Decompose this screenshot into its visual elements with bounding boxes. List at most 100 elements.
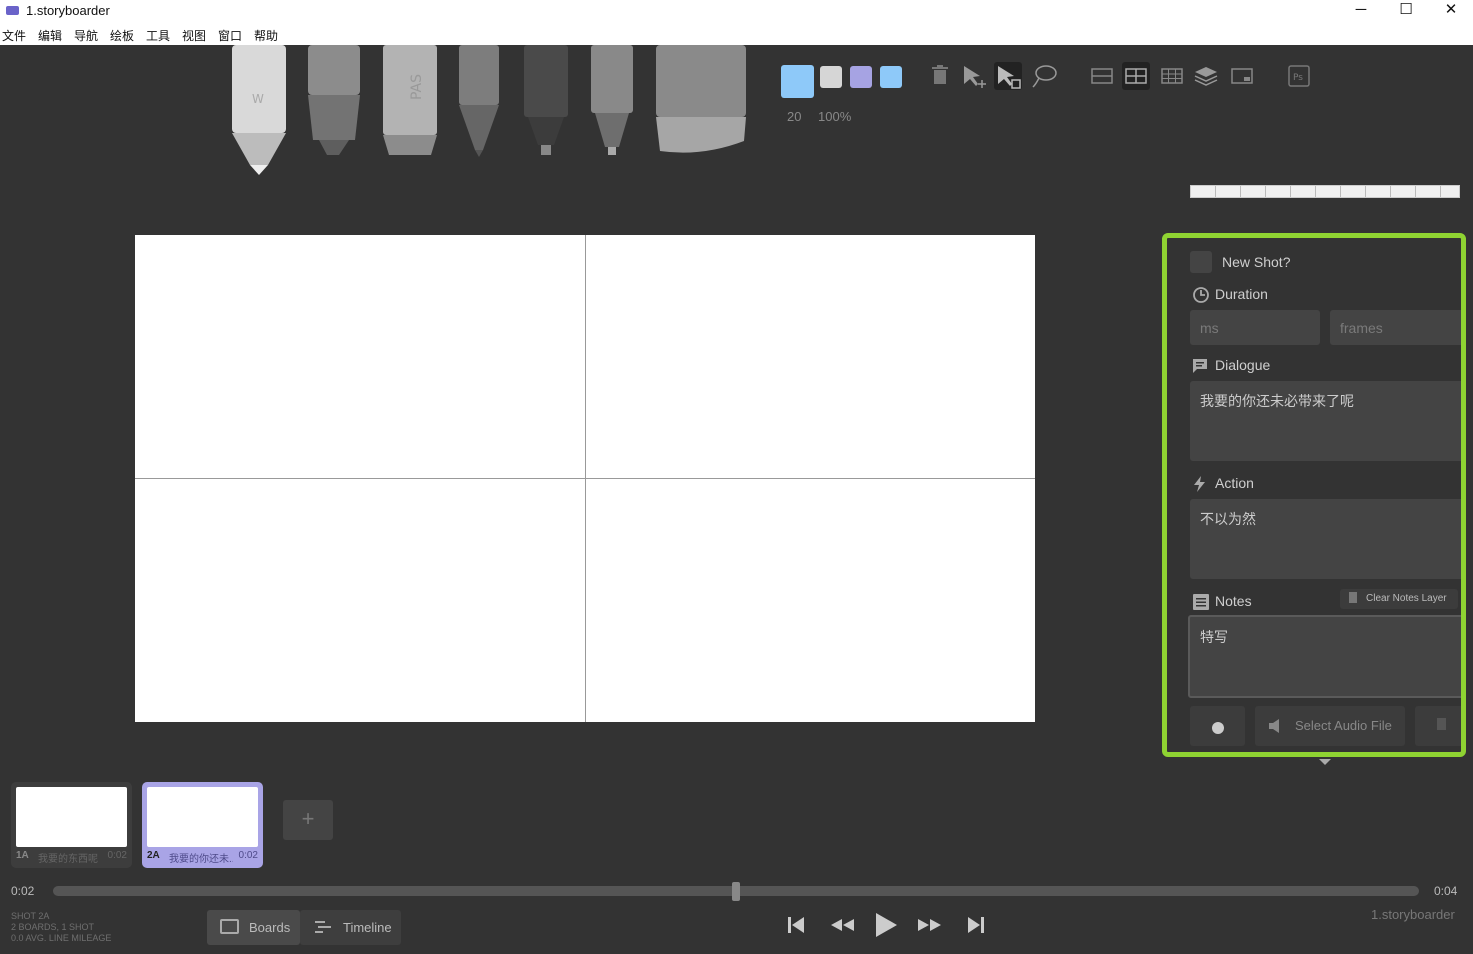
menu-boards[interactable]: 绘板 [110,27,134,44]
skip-to-start-icon[interactable] [780,909,812,941]
board-number: 1A [16,850,29,861]
total-time: 0:04 [1434,884,1458,898]
window-title: 1.storyboarder [26,3,110,18]
menu-navigate[interactable]: 导航 [74,27,98,44]
menu-window[interactable]: 窗口 [218,27,242,44]
select-audio-file-button[interactable]: Select Audio File [1255,706,1405,746]
dialogue-textarea[interactable]: 我要的你还未必带来了呢 [1190,381,1461,461]
duration-ms-input[interactable]: ms [1190,310,1320,345]
skip-to-end-icon[interactable] [960,909,992,941]
grid-line-horizontal [135,478,1035,479]
title-bar: 1.storyboarder ─ ☐ ✕ [0,0,1473,22]
board-thumbnail-image [147,787,258,847]
timeline-icon [315,920,331,937]
current-color-swatch[interactable] [781,65,814,98]
scrubber-handle[interactable] [732,882,740,901]
perspective-guide-strip[interactable] [1190,185,1460,198]
menu-tools[interactable]: 工具 [146,27,170,44]
grid-halves-icon[interactable] [1088,62,1116,90]
menu-edit[interactable]: 编辑 [38,27,62,44]
select-audio-label: Select Audio File [1295,718,1392,733]
color-swatch-3[interactable] [880,66,902,88]
new-shot-checkbox[interactable] [1190,251,1212,273]
shot-stat: SHOT 2A [11,911,50,921]
notes-label: Notes [1215,593,1252,609]
timeline-view-button[interactable]: Timeline [300,910,401,945]
pastel-tool[interactable]: PAS [381,45,439,157]
marker-tool[interactable] [305,45,363,157]
board-dialogue: 我要的你还未... [169,854,233,865]
notes-icon [1192,593,1210,611]
board-thumbnail-1[interactable]: 1A 我要的东西呢 0:02 [11,782,132,868]
dialogue-label: Dialogue [1215,357,1271,373]
menu-file[interactable]: 文件 [2,27,26,44]
grid-quarters-icon[interactable] [1122,62,1150,90]
board-duration: 0:02 [238,850,258,861]
board-thumbnail-image [16,787,127,847]
current-time: 0:02 [11,884,35,898]
brush-tool[interactable] [589,45,635,157]
menu-view[interactable]: 视图 [182,27,206,44]
action-textarea[interactable]: 不以为然 [1190,499,1461,579]
move-tool-icon[interactable] [960,62,988,90]
eraser-tool[interactable] [654,45,748,157]
app-icon [6,6,19,15]
board-duration: 0:02 [107,850,127,861]
mileage-stat: 0.0 AVG. LINE MILEAGE [11,933,112,943]
svg-text:PAS: PAS [409,74,425,100]
drawing-canvas[interactable] [135,235,1035,722]
clear-notes-layer-button[interactable]: Clear Notes Layer [1340,589,1458,609]
clock-icon [1192,286,1210,304]
trash-icon [1437,718,1446,730]
trash-icon[interactable] [926,62,954,90]
add-board-button[interactable]: + [283,800,333,840]
lightning-icon [1191,475,1209,493]
board-metadata-panel: New Shot? Duration ms frames Dialogue 我要… [1162,233,1466,757]
svg-text:W: W [252,92,264,106]
boards-view-button[interactable]: Boards [207,910,300,945]
maximize-button[interactable]: ☐ [1383,0,1429,22]
speech-bubble-icon [1191,357,1209,375]
close-button[interactable]: ✕ [1428,0,1473,22]
brush-opacity[interactable]: 100% [818,109,851,124]
clear-notes-label: Clear Notes Layer [1366,593,1447,604]
menu-help[interactable]: 帮助 [254,27,278,44]
board-thumbnail-2[interactable]: 2A 我要的你还未... 0:02 [142,782,263,868]
duration-label: Duration [1215,286,1268,302]
color-swatch-1[interactable] [820,66,842,88]
brush-size[interactable]: 20 [787,109,801,124]
play-icon[interactable] [869,909,901,941]
photoshop-icon[interactable]: Ps [1285,62,1313,90]
record-icon [1212,722,1224,734]
new-shot-label: New Shot? [1222,254,1291,270]
record-audio-button[interactable] [1190,706,1245,746]
layers-icon[interactable] [1192,62,1220,90]
light-pencil-tool[interactable]: W [230,45,288,175]
grid-thirds-icon[interactable] [1158,62,1186,90]
boards-stat: 2 BOARDS, 1 SHOT [11,922,95,932]
scale-tool-icon[interactable] [994,62,1022,90]
board-dialogue: 我要的东西呢 [38,854,98,865]
panel-collapse-arrow-icon[interactable] [1319,759,1331,765]
svg-text:Ps: Ps [1293,73,1303,83]
speaker-icon [1269,719,1281,736]
boards-view-label: Boards [249,920,291,935]
overlay-icon[interactable] [1228,62,1256,90]
menu-bar: 文件 编辑 导航 绘板 工具 视图 窗口 帮助 [0,22,1473,45]
duration-frames-input[interactable]: frames [1330,310,1461,345]
action-label: Action [1215,475,1254,491]
notes-textarea[interactable]: 特写 [1188,615,1461,698]
board-number: 2A [147,850,160,861]
fast-forward-icon[interactable] [914,909,946,941]
color-swatch-2[interactable] [850,66,872,88]
delete-audio-button[interactable] [1415,706,1461,746]
lasso-icon[interactable] [1030,62,1058,90]
project-filename: 1.storyboarder [1371,907,1455,922]
timeline-view-label: Timeline [343,920,392,935]
trash-icon [1349,592,1357,603]
minimize-button[interactable]: ─ [1338,0,1384,22]
pen-tool[interactable] [522,45,570,157]
monitor-icon [220,919,239,934]
rewind-icon[interactable] [826,909,858,941]
pencil-tool[interactable] [457,45,501,157]
